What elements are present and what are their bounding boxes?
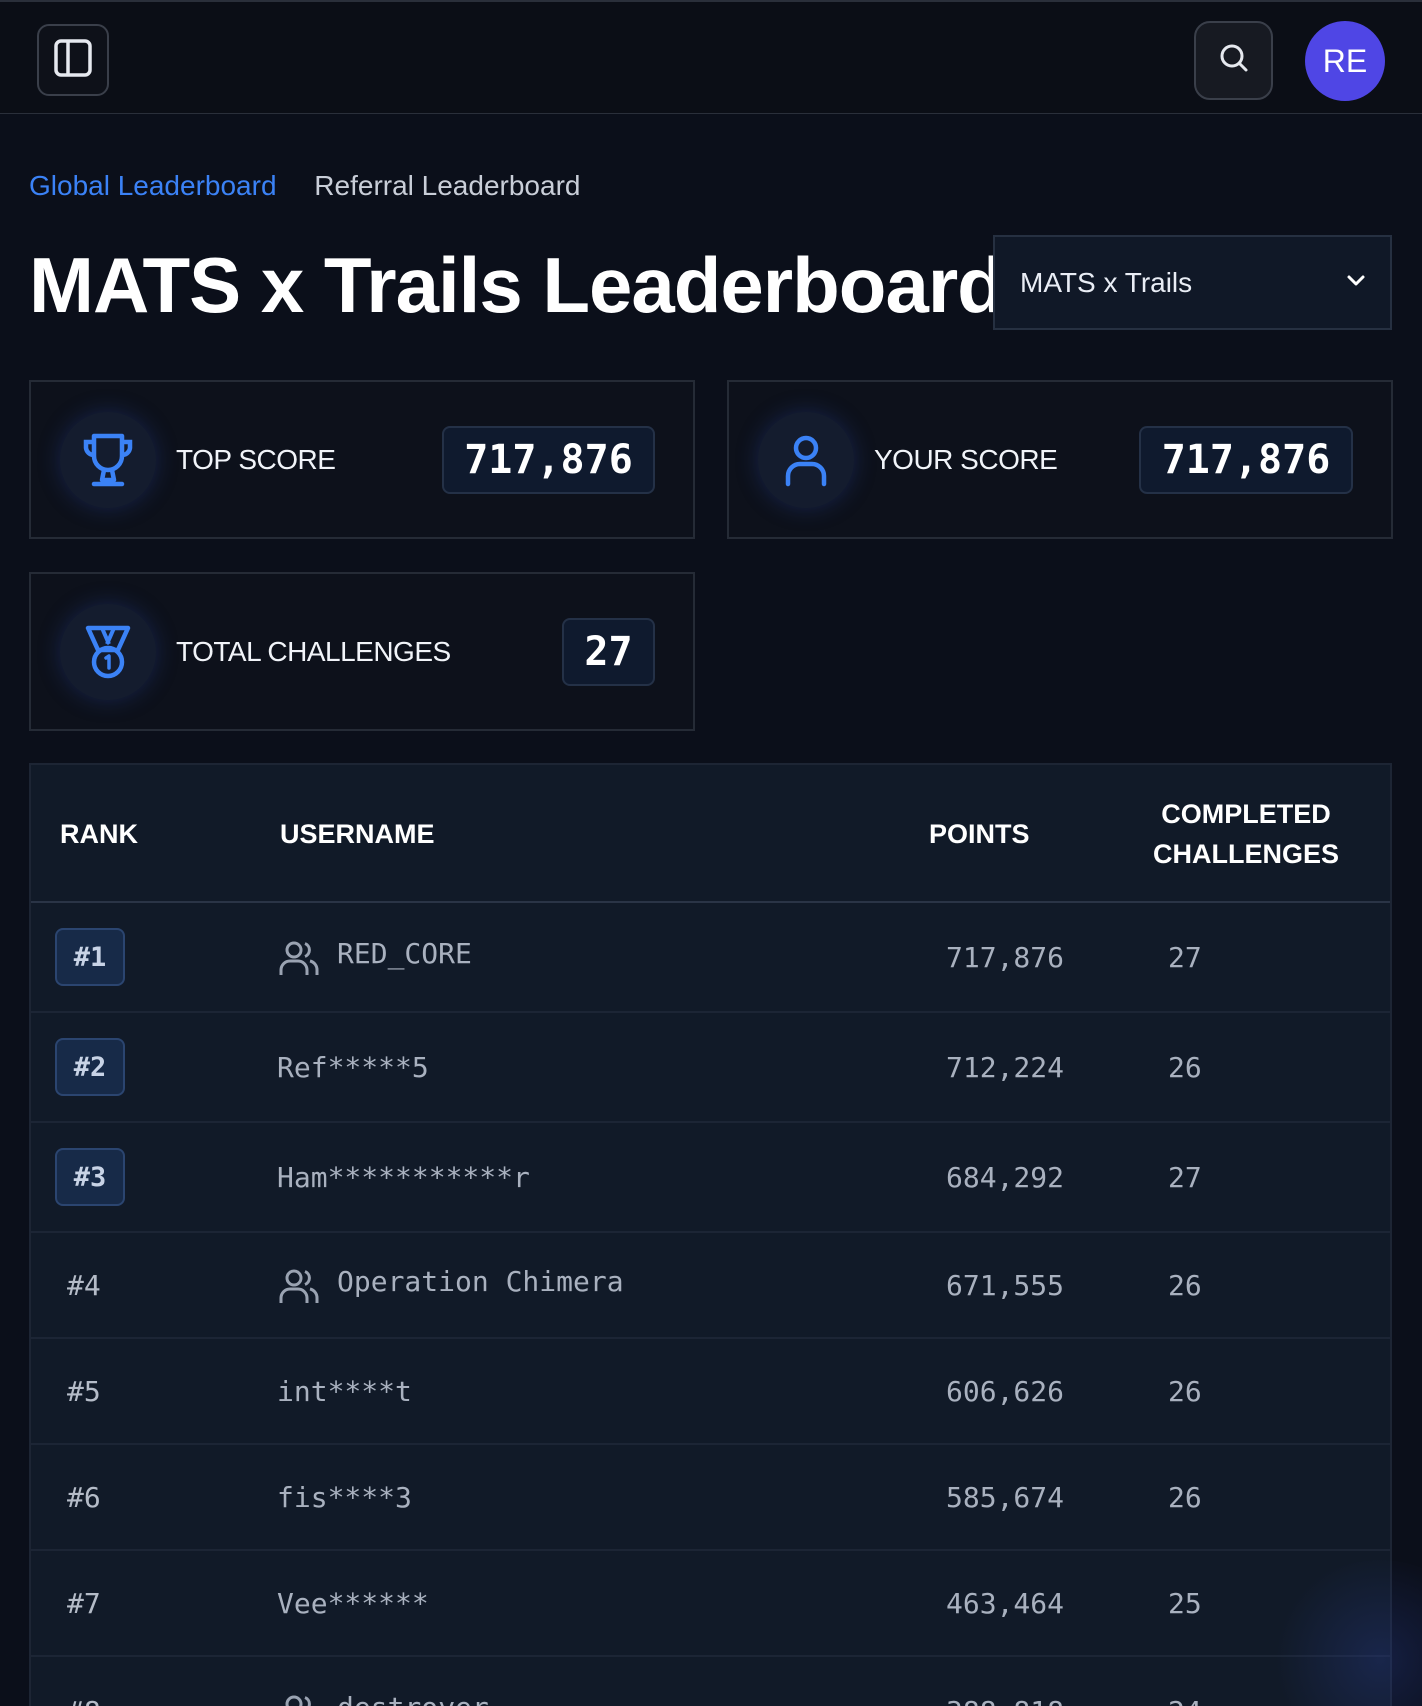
page-title: MATS x Trails Leaderboard [29,241,1005,329]
username-cell: Vee****** [277,1551,429,1655]
rank-cell: #1 [55,903,125,1011]
rank-cell: #3 [55,1123,125,1231]
rank-label: #6 [67,1480,101,1514]
completed-cell: 27 [1168,940,1202,974]
user-icon [758,412,854,508]
rank-cell: #7 [55,1551,101,1655]
team-icon [277,935,321,979]
completed-cell: 26 [1168,1050,1202,1084]
points-cell: 606,626 [946,1374,1065,1408]
username-cell: fis****3 [277,1445,412,1549]
completed-cell: 26 [1168,1374,1202,1408]
username-cell: RED_CORE [277,903,472,1011]
completed-cell: 25 [1168,1586,1202,1620]
username-text[interactable]: RED_CORE [337,937,472,970]
rank-badge: #3 [55,1148,125,1206]
table-header: RANK USERNAME POINTS COMPLETED CHALLENGE… [31,765,1390,903]
chevron-down-icon [1344,267,1368,299]
table-row[interactable]: #7 Vee****** 463,464 25 [31,1551,1390,1657]
points-cell: 684,292 [946,1160,1065,1194]
rank-badge: #1 [55,928,125,986]
rank-badge: #2 [55,1038,125,1096]
table-row[interactable]: #5 int****t 606,626 26 [31,1339,1390,1445]
medal-icon [60,604,156,700]
your-score-value: 717,876 [1139,426,1353,494]
username-text[interactable]: int****t [277,1375,412,1408]
username-text[interactable]: fis****3 [277,1481,412,1514]
leaderboard-table: RANK USERNAME POINTS COMPLETED CHALLENGE… [29,763,1392,1706]
username-text[interactable]: Ham***********r [277,1161,530,1194]
username-text[interactable]: Operation Chimera [337,1265,624,1298]
username-text[interactable]: Ref*****5 [277,1051,429,1084]
event-select[interactable]: MATS x Trails [993,235,1392,330]
leaderboard-tabs: Global Leaderboard Referral Leaderboard [29,170,580,202]
completed-column-header: COMPLETED CHALLENGES [1131,765,1361,903]
your-score-label: YOUR SCORE [874,443,1058,475]
username-text[interactable]: Vee****** [277,1587,429,1620]
total-challenges-card: TOTAL CHALLENGES 27 [29,572,695,731]
search-icon [1218,42,1250,79]
rank-cell: #8 [55,1657,101,1706]
completed-cell: 26 [1168,1480,1202,1514]
completed-cell: 24 [1168,1657,1202,1706]
top-score-label: TOP SCORE [176,443,336,475]
rank-column-header: RANK [60,818,138,849]
points-cell: 671,555 [946,1268,1065,1302]
rank-cell: #6 [55,1445,101,1549]
points-cell: 585,674 [946,1480,1065,1514]
completed-cell: 27 [1168,1160,1202,1194]
top-bar: RE [0,0,1422,114]
table-row[interactable]: #1 RED_CORE 717,876 27 [31,903,1390,1013]
your-score-card: YOUR SCORE 717,876 [727,380,1393,539]
table-row[interactable]: #4 Operation Chimera 671,555 26 [31,1233,1390,1339]
rank-label: #4 [67,1268,101,1302]
username-text[interactable]: destroyer [337,1691,489,1706]
tab-global-leaderboard[interactable]: Global Leaderboard [29,170,277,201]
table-row[interactable]: #3 Ham***********r 684,292 27 [31,1123,1390,1233]
search-button[interactable] [1194,21,1273,100]
username-cell: Ref*****5 [277,1013,429,1121]
table-row[interactable]: #8 destroyer 388,818 24 [31,1657,1390,1706]
rank-cell: #5 [55,1339,101,1443]
rank-label: #5 [67,1374,101,1408]
username-column-header: USERNAME [280,818,435,849]
team-icon [277,1263,321,1307]
total-challenges-value: 27 [562,618,655,686]
rank-cell: #4 [55,1233,101,1337]
trophy-icon [60,412,156,508]
top-score-card: TOP SCORE 717,876 [29,380,695,539]
total-challenges-label: TOTAL CHALLENGES [176,635,451,667]
table-row[interactable]: #6 fis****3 585,674 26 [31,1445,1390,1551]
completed-header-line2: CHALLENGES [1152,839,1339,869]
points-column-header: POINTS [929,818,1030,849]
tab-referral-leaderboard[interactable]: Referral Leaderboard [314,170,580,201]
rank-label: #7 [67,1586,101,1620]
avatar[interactable]: RE [1305,21,1385,101]
table-row[interactable]: #2 Ref*****5 712,224 26 [31,1013,1390,1123]
rank-label: #8 [55,1695,101,1706]
sidebar-toggle-button[interactable] [37,24,109,96]
username-cell: int****t [277,1339,412,1443]
username-cell: Ham***********r [277,1123,530,1231]
points-cell: 388,818 [946,1657,1064,1706]
rank-cell: #2 [55,1013,125,1121]
points-cell: 712,224 [946,1050,1065,1084]
points-cell: 463,464 [946,1586,1065,1620]
event-select-value: MATS x Trails [1020,266,1193,298]
team-icon [277,1689,321,1706]
completed-cell: 26 [1168,1268,1202,1302]
top-score-value: 717,876 [442,426,655,494]
username-cell: Operation Chimera [277,1233,624,1337]
sidebar-toggle-icon [53,38,93,83]
username-cell: destroyer [277,1657,489,1706]
completed-header-line1: COMPLETED [1161,799,1331,829]
points-cell: 717,876 [946,940,1065,974]
